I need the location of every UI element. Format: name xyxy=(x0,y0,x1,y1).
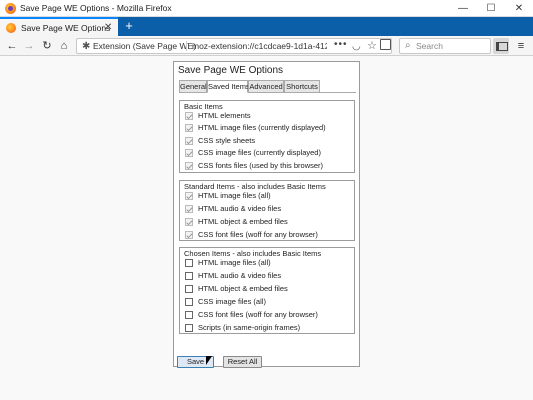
navigation-bar: ← → ↻ ⌂ ✱ Extension (Save Page WE) moz-e… xyxy=(0,36,533,56)
checkbox[interactable] xyxy=(185,259,193,267)
group-legend: Standard Items - also includes Basic Ite… xyxy=(184,182,326,191)
checkbox-label[interactable]: HTML audio & video files xyxy=(198,271,281,280)
tab-bar: Save Page WE Options ✕ + xyxy=(0,17,533,36)
group-legend: Basic Items xyxy=(184,102,223,111)
checkbox-label[interactable]: Scripts (in same-origin frames) xyxy=(198,323,300,332)
checkbox[interactable] xyxy=(185,324,193,332)
checkbox-label: HTML elements xyxy=(198,111,251,120)
search-icon: ⌕ xyxy=(405,40,411,51)
checkbox xyxy=(185,192,193,200)
checkbox-label: CSS font files (woff for any browser) xyxy=(198,230,318,239)
search-input[interactable] xyxy=(416,40,486,52)
back-button[interactable]: ← xyxy=(5,38,19,54)
tab-advanced[interactable]: Advanced xyxy=(248,80,284,93)
tab-saved-items[interactable]: Saved Items xyxy=(207,80,250,93)
checkbox[interactable] xyxy=(185,272,193,280)
checkbox-label: HTML image files (currently displayed) xyxy=(198,123,326,132)
checkbox xyxy=(185,137,193,145)
sidebar-icon[interactable] xyxy=(493,38,509,54)
checkbox xyxy=(185,112,193,120)
basic-items-group: Basic Items HTML elements HTML image fil… xyxy=(179,100,355,173)
checkbox xyxy=(185,162,193,170)
checkbox-label: CSS image files (currently displayed) xyxy=(198,148,321,157)
maximize-button[interactable]: ☐ xyxy=(477,0,505,17)
search-bar[interactable]: ⌕ xyxy=(399,38,491,54)
checkbox[interactable] xyxy=(185,311,193,319)
puzzle-icon: ✱ xyxy=(82,41,91,52)
url-divider xyxy=(186,41,187,51)
identity-label[interactable]: Extension (Save Page WE) xyxy=(93,41,196,51)
checkbox[interactable] xyxy=(185,285,193,293)
chosen-items-group: Chosen Items - also includes Basic Items… xyxy=(179,247,355,334)
close-tab-icon[interactable]: ✕ xyxy=(104,22,112,33)
page-actions-button[interactable]: ••• xyxy=(334,39,348,50)
page-content: Save Page WE Options General Saved Items… xyxy=(0,56,533,400)
bookmark-star-icon[interactable]: ☆ xyxy=(367,39,377,52)
reload-button[interactable]: ↻ xyxy=(40,38,54,54)
library-icon[interactable] xyxy=(380,39,391,50)
close-window-button[interactable]: ✕ xyxy=(505,0,533,17)
checkbox-label: HTML object & embed files xyxy=(198,217,288,226)
checkbox xyxy=(185,205,193,213)
tab-shortcuts[interactable]: Shortcuts xyxy=(284,80,320,93)
checkbox xyxy=(185,149,193,157)
checkbox-label: CSS fonts files (used by this browser) xyxy=(198,161,324,170)
url-text[interactable]: moz-extension://c1cdcae9-1d1a-412 xyxy=(192,41,327,51)
checkbox xyxy=(185,218,193,226)
home-button[interactable]: ⌂ xyxy=(57,38,71,54)
checkbox[interactable] xyxy=(185,298,193,306)
checkbox-label: HTML image files (all) xyxy=(198,191,271,200)
checkbox-label[interactable]: HTML image files (all) xyxy=(198,258,271,267)
url-bar[interactable]: ✱ Extension (Save Page WE) moz-extension… xyxy=(76,38,392,54)
browser-tab-label: Save Page WE Options xyxy=(21,23,111,33)
browser-tab-options[interactable]: Save Page WE Options ✕ xyxy=(0,17,118,36)
page-title: Save Page WE Options xyxy=(178,65,284,76)
reset-all-button[interactable]: Reset All xyxy=(223,356,262,368)
tab-general[interactable]: General xyxy=(179,80,207,93)
standard-items-group: Standard Items - also includes Basic Ite… xyxy=(179,180,355,241)
group-legend: Chosen Items - also includes Basic Items xyxy=(184,249,322,258)
checkbox-label[interactable]: CSS image files (all) xyxy=(198,297,266,306)
checkbox-label[interactable]: HTML object & embed files xyxy=(198,284,288,293)
checkbox-label[interactable]: CSS font files (woff for any browser) xyxy=(198,310,318,319)
checkbox-label: HTML audio & video files xyxy=(198,204,282,213)
options-tabs: General Saved Items Advanced Shortcuts xyxy=(179,80,356,93)
forward-button[interactable]: → xyxy=(22,38,36,54)
checkbox xyxy=(185,124,193,132)
minimize-button[interactable]: — xyxy=(449,0,477,17)
pocket-icon[interactable]: ◡ xyxy=(352,41,361,52)
checkbox-label: CSS style sheets xyxy=(198,136,256,145)
window-titlebar: Save Page WE Options - Mozilla Firefox —… xyxy=(0,0,533,17)
options-panel: Save Page WE Options General Saved Items… xyxy=(173,61,360,368)
checkbox xyxy=(185,231,193,239)
hamburger-menu-icon[interactable]: ≡ xyxy=(514,38,528,54)
new-tab-button[interactable]: + xyxy=(122,17,136,36)
firefox-logo-icon xyxy=(5,3,16,14)
window-title: Save Page WE Options - Mozilla Firefox xyxy=(20,3,172,13)
firefox-tab-icon xyxy=(6,23,16,33)
